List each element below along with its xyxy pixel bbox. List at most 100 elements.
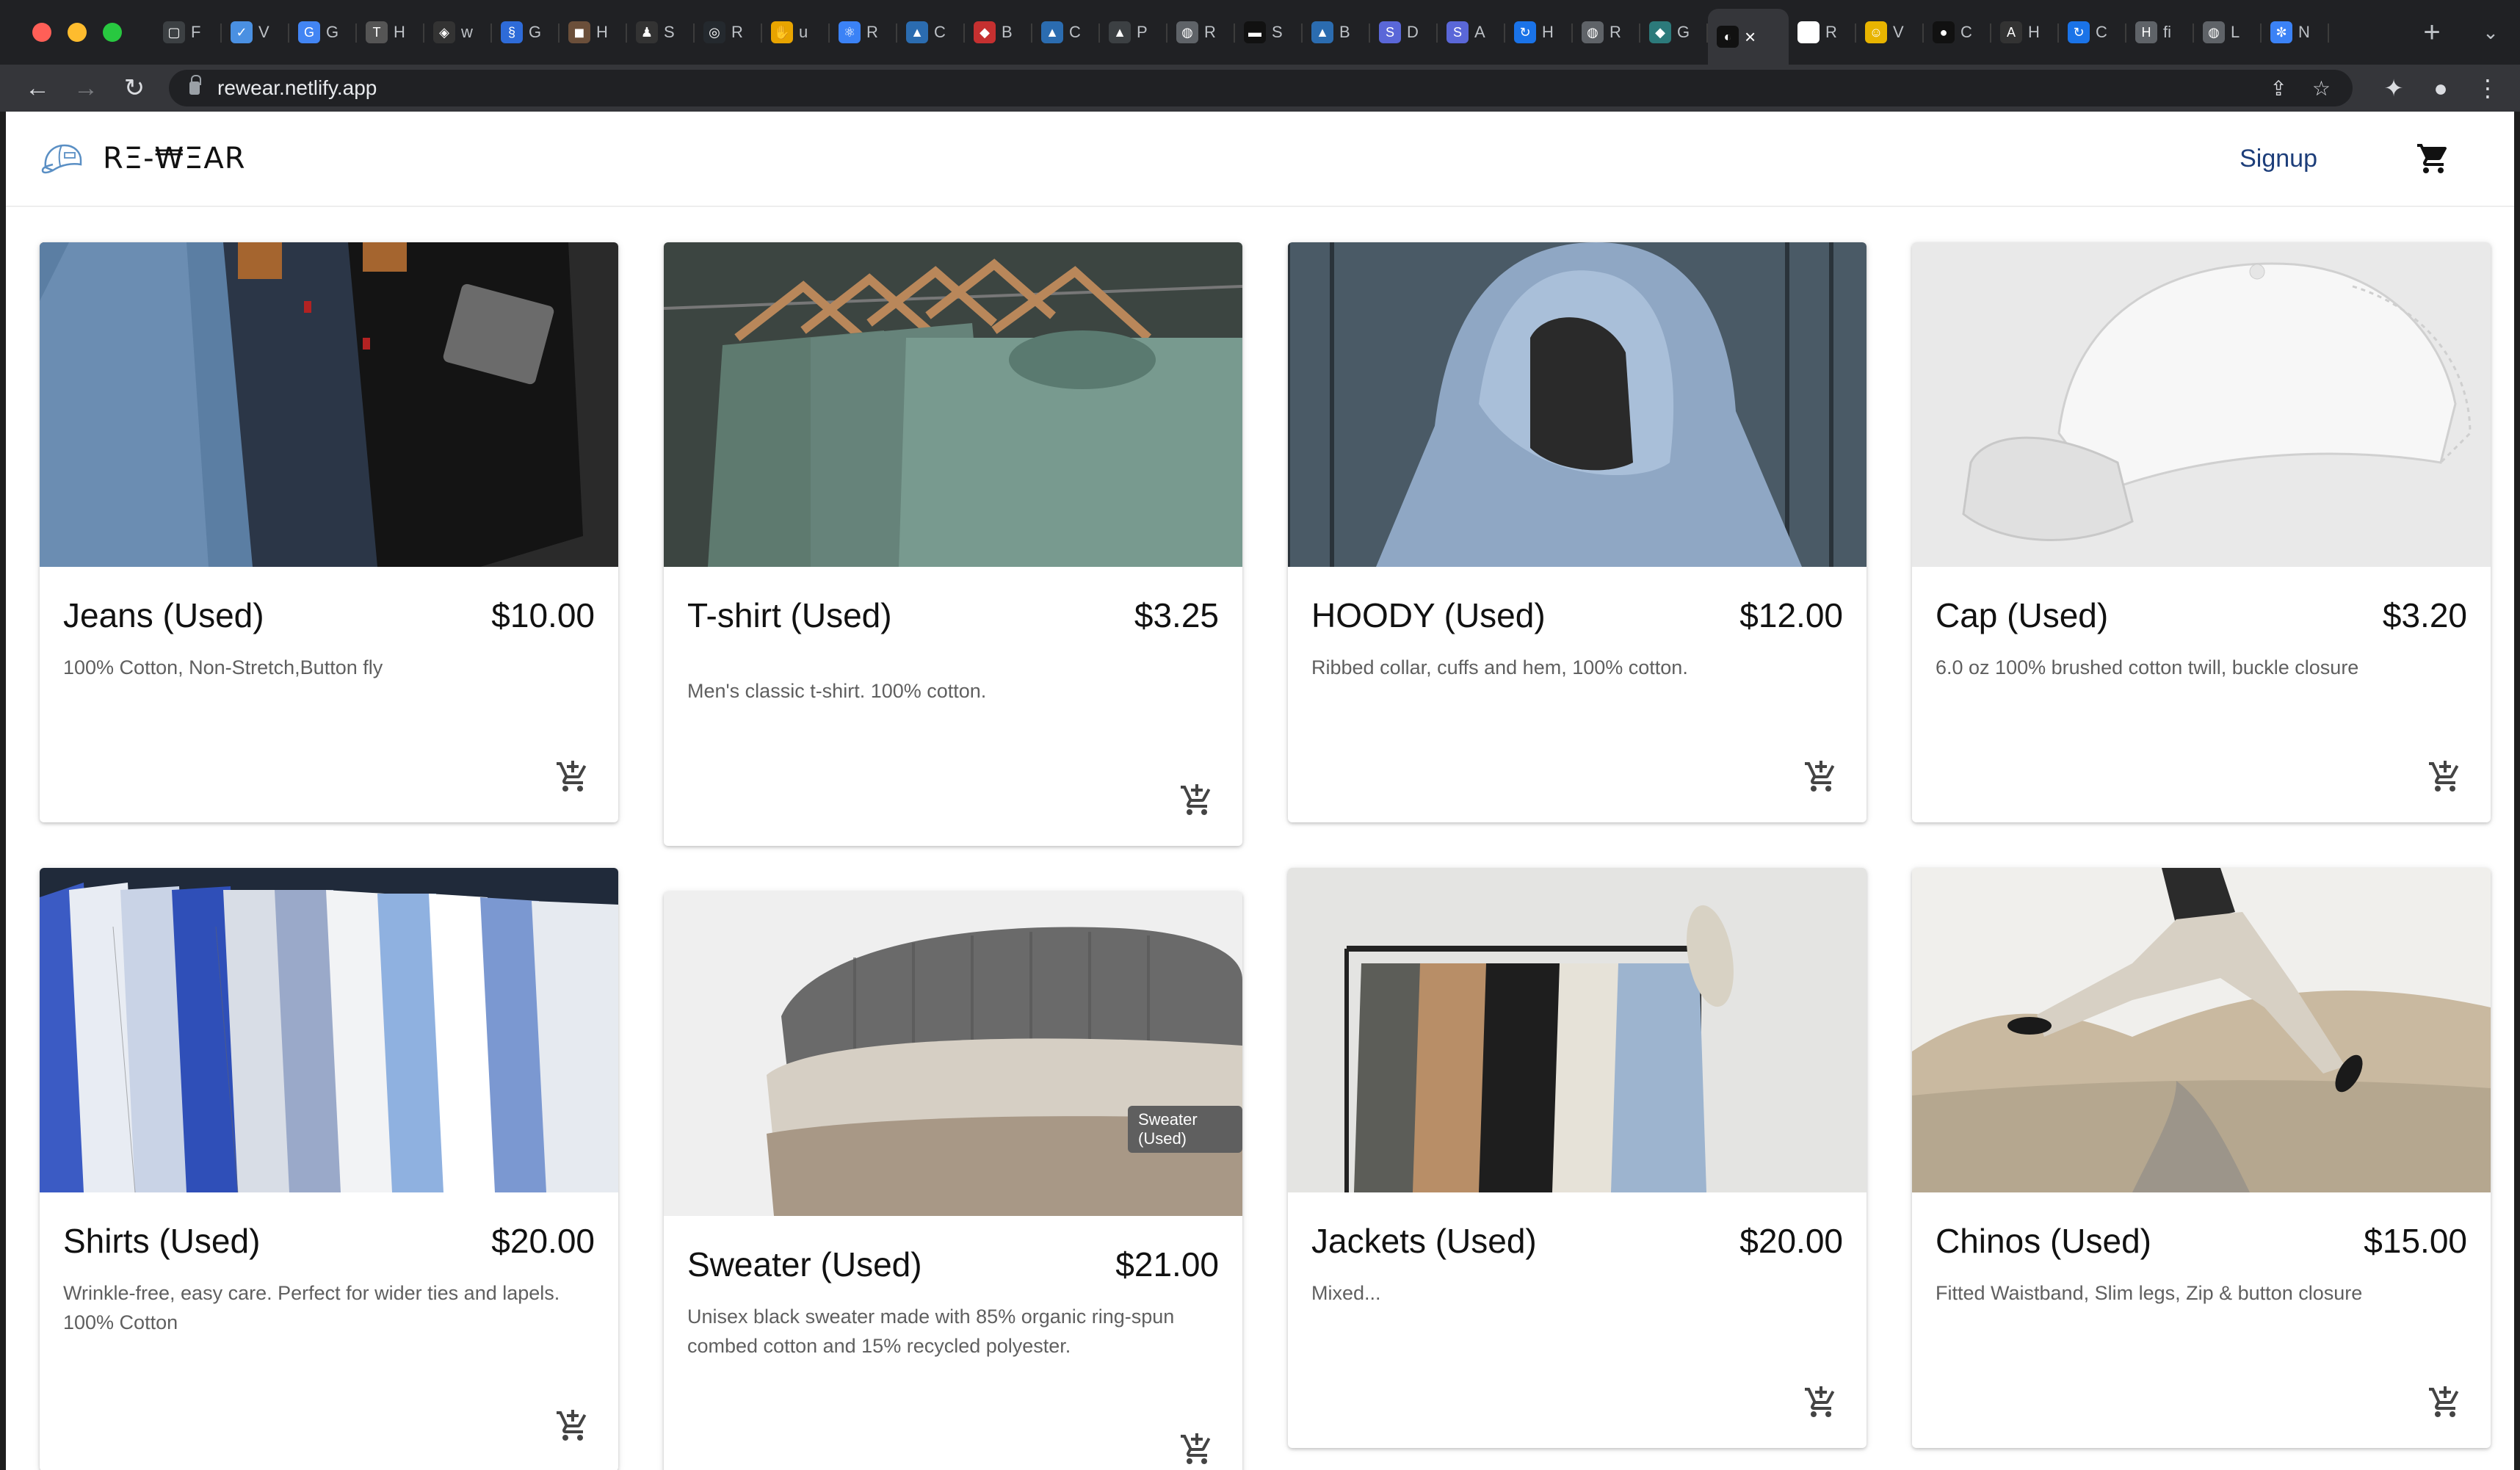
product-image-hoody[interactable] xyxy=(1288,242,1867,567)
new-tab-button[interactable]: + xyxy=(2403,16,2461,49)
add-to-cart-icon[interactable] xyxy=(1179,1432,1214,1467)
tab-title: C xyxy=(2096,23,2107,41)
add-to-cart-icon[interactable] xyxy=(1179,783,1214,818)
browser-tab[interactable]: ◍ R xyxy=(1573,9,1640,56)
add-to-cart-icon[interactable] xyxy=(1803,759,1839,794)
product-card[interactable]: Cap (Used) $3.20 6.0 oz 100% brushed cot… xyxy=(1912,242,2491,822)
back-arrow-icon[interactable]: ← xyxy=(13,74,62,103)
browser-tab[interactable]: ◇ R xyxy=(1789,9,1856,56)
product-price: $3.20 xyxy=(2382,596,2467,634)
product-card[interactable]: Jackets (Used) $20.00 Mixed... xyxy=(1288,868,1867,1448)
product-image-chinos[interactable] xyxy=(1912,868,2491,1192)
browser-tab[interactable]: TH xyxy=(357,9,424,56)
forward-arrow-icon[interactable]: → xyxy=(62,74,110,103)
browser-tab[interactable]: ✼ N xyxy=(2262,9,2329,56)
product-image-cap[interactable] xyxy=(1912,242,2491,567)
product-card[interactable]: Sweater (Used) Sweater (Used) $21.00 Uni… xyxy=(664,891,1242,1470)
close-tab-icon[interactable]: × xyxy=(1745,26,1756,48)
product-image-jackets[interactable] xyxy=(1288,868,1867,1192)
image-tooltip: Sweater (Used) xyxy=(1128,1106,1242,1153)
close-window-button[interactable] xyxy=(32,23,51,42)
maximize-window-button[interactable] xyxy=(103,23,122,42)
browser-tab[interactable]: ▬ S xyxy=(1235,9,1303,56)
tab-title: B xyxy=(1002,23,1013,41)
tab-title: B xyxy=(1339,23,1350,41)
browser-tab[interactable]: ▲ P xyxy=(1100,9,1167,56)
active-browser-tab[interactable]: ◐ × xyxy=(1708,9,1789,65)
product-title: HOODY (Used) xyxy=(1311,596,1546,634)
tab-title: R xyxy=(731,23,743,41)
browser-tab[interactable]: SA xyxy=(1438,9,1505,56)
product-card[interactable]: Chinos (Used) $15.00 Fitted Waistband, S… xyxy=(1912,868,2491,1448)
add-to-cart-icon[interactable] xyxy=(555,1408,590,1444)
browser-tab[interactable]: § G xyxy=(492,9,560,56)
tab-search-chevron-icon[interactable]: ⌄ xyxy=(2461,21,2520,44)
browser-tab[interactable]: ✋ u xyxy=(762,9,830,56)
reload-icon[interactable]: ↻ xyxy=(110,73,159,103)
tab-title: G xyxy=(326,23,339,41)
product-title: Shirts (Used) xyxy=(63,1222,261,1260)
tab-favicon-icon: ◍ xyxy=(1176,21,1198,43)
address-bar[interactable]: rewear.netlify.app ⇪ ☆ xyxy=(169,70,2353,106)
tab-title: F xyxy=(191,23,201,41)
browser-tab[interactable]: AH xyxy=(1991,9,2059,56)
browser-tab[interactable]: ☺ V xyxy=(1856,9,1924,56)
bookmark-star-icon[interactable]: ☆ xyxy=(2312,76,2331,101)
product-title: Sweater (Used) xyxy=(687,1245,922,1283)
tab-favicon-icon: ▲ xyxy=(1311,21,1333,43)
share-icon[interactable]: ⇪ xyxy=(2270,76,2287,101)
product-image-jeans[interactable] xyxy=(40,242,618,567)
product-card[interactable]: Shirts (Used) $20.00 Wrinkle-free, easy … xyxy=(40,868,618,1470)
tab-favicon-icon: G xyxy=(298,21,320,43)
browser-tab[interactable]: ● C xyxy=(1924,9,1991,56)
add-to-cart-icon[interactable] xyxy=(1803,1385,1839,1420)
browser-tab[interactable]: SD xyxy=(1370,9,1438,56)
browser-tab[interactable]: Hfi xyxy=(2126,9,2194,56)
tab-title: S xyxy=(664,23,675,41)
profile-icon[interactable]: ● xyxy=(2417,75,2464,102)
browser-tab[interactable]: ▲ C xyxy=(1032,9,1100,56)
browser-tab[interactable]: ▲ B xyxy=(1303,9,1370,56)
cap-logo-icon[interactable] xyxy=(40,138,87,179)
browser-tab[interactable]: GG xyxy=(289,9,357,56)
product-card[interactable]: T-shirt (Used) $3.25 Men's classic t-shi… xyxy=(664,242,1242,846)
product-price: $12.00 xyxy=(1739,596,1843,634)
extensions-puzzle-icon[interactable]: ✦ xyxy=(2370,74,2417,102)
browser-tab[interactable]: ◆ G xyxy=(1640,9,1708,56)
product-image-sweater[interactable] xyxy=(664,891,1242,1216)
product-image-tshirt[interactable] xyxy=(664,242,1242,567)
tab-title: S xyxy=(1272,23,1283,41)
browser-tab[interactable]: ◍ L xyxy=(2194,9,2262,56)
tab-title: R xyxy=(1610,23,1621,41)
browser-tab[interactable]: ◈ w xyxy=(424,9,492,56)
browser-tab[interactable]: ◍ R xyxy=(1167,9,1235,56)
url-text: rewear.netlify.app xyxy=(217,76,377,99)
browser-tab[interactable]: ▢ F xyxy=(154,9,222,56)
window-controls xyxy=(32,23,122,42)
product-image-shirts[interactable] xyxy=(40,868,618,1193)
lock-icon[interactable] xyxy=(189,75,201,95)
browser-tab[interactable]: ↻ C xyxy=(2059,9,2126,56)
product-card[interactable]: Jeans (Used) $10.00 100% Cotton, Non-Str… xyxy=(40,242,618,822)
minimize-window-button[interactable] xyxy=(68,23,87,42)
browser-tab[interactable]: ♟ S xyxy=(627,9,695,56)
browser-tab[interactable]: ↻ H xyxy=(1505,9,1573,56)
browser-tab[interactable]: ◎ R xyxy=(695,9,762,56)
browser-tab[interactable]: ◼ H xyxy=(560,9,627,56)
product-description: Wrinkle-free, easy care. Perfect for wid… xyxy=(63,1282,560,1333)
browser-tab[interactable]: ▲ C xyxy=(897,9,965,56)
shopping-cart-icon[interactable] xyxy=(2416,141,2451,176)
tab-title: u xyxy=(799,23,808,41)
add-to-cart-icon[interactable] xyxy=(2427,759,2463,794)
add-to-cart-icon[interactable] xyxy=(555,759,590,794)
browser-tab[interactable]: ◆ B xyxy=(965,9,1032,56)
signup-link[interactable]: Signup xyxy=(2240,145,2317,173)
browser-menu-icon[interactable]: ⋮ xyxy=(2464,74,2511,102)
brand-name[interactable]: RΞ-₩ΞAR xyxy=(103,142,245,175)
browser-tab[interactable]: ✓ V xyxy=(222,9,289,56)
product-card[interactable]: HOODY (Used) $12.00 Ribbed collar, cuffs… xyxy=(1288,242,1867,822)
browser-tab[interactable]: ⚛ R xyxy=(830,9,897,56)
add-to-cart-icon[interactable] xyxy=(2427,1385,2463,1420)
tab-title: V xyxy=(1893,23,1904,41)
product-description: 100% Cotton, Non-Stretch,Button fly xyxy=(63,656,383,678)
